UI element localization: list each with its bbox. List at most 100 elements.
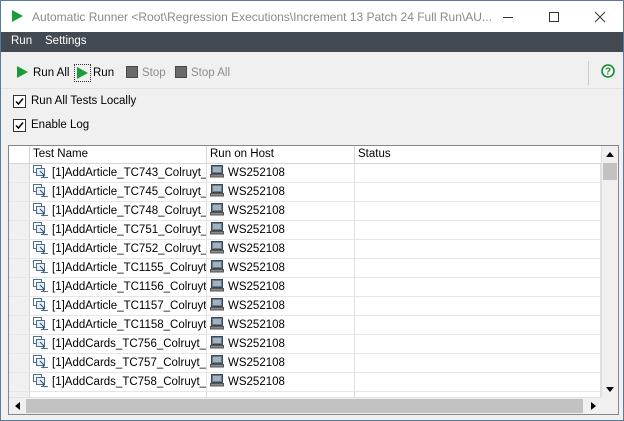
computer-icon <box>210 279 224 295</box>
scroll-left-arrow-icon[interactable] <box>9 398 25 414</box>
row-header[interactable] <box>9 373 30 392</box>
test-name-cell[interactable]: [1]AddArticle_TC751_Colruyt_be <box>30 221 207 240</box>
close-button[interactable] <box>577 1 623 32</box>
table-row[interactable]: [1]AddArticle_TC751_Colruyt_be WS252108 <box>9 221 601 240</box>
vertical-scroll-thumb[interactable] <box>603 163 617 180</box>
row-header[interactable] <box>9 221 30 240</box>
test-name-text: [1]AddArticle_TC752_Colruyt_be <box>52 243 207 255</box>
host-cell[interactable]: WS252108 <box>207 183 355 202</box>
test-icon <box>33 202 49 220</box>
test-name-text: [1]AddArticle_TC1156_Colruyt_b <box>52 281 207 293</box>
computer-icon <box>210 203 224 219</box>
status-cell[interactable] <box>355 259 601 278</box>
status-cell[interactable] <box>355 278 601 297</box>
table-row[interactable]: [1]AddArticle_TC1157_Colruyt_b WS252108 <box>9 297 601 316</box>
run-all-label: Run All <box>33 67 70 79</box>
status-cell[interactable] <box>355 202 601 221</box>
host-cell[interactable]: WS252108 <box>207 316 355 335</box>
test-name-cell[interactable]: [1]AddArticle_TC743_Colruyt_be <box>30 164 207 183</box>
status-cell[interactable] <box>355 240 601 259</box>
run-locally-option[interactable]: Run All Tests Locally <box>13 94 136 108</box>
host-cell[interactable]: WS252108 <box>207 297 355 316</box>
test-name-text: [1]AddCards_TC757_Colruyt_be <box>52 357 207 369</box>
status-cell[interactable] <box>355 354 601 373</box>
table-row[interactable]: [1]AddCards_TC757_Colruyt_be WS252108 <box>9 354 601 373</box>
table-row[interactable]: [1]AddArticle_TC743_Colruyt_be WS252108 <box>9 164 601 183</box>
row-header[interactable] <box>9 278 30 297</box>
test-name-text: [1]AddCards_TC756_Colruyt_be <box>52 338 207 350</box>
row-header[interactable] <box>9 240 30 259</box>
test-name-cell[interactable]: [1]AddArticle_TC1156_Colruyt_b <box>30 278 207 297</box>
status-cell[interactable] <box>355 221 601 240</box>
enable-log-checkbox[interactable] <box>13 118 26 132</box>
status-cell[interactable] <box>355 335 601 354</box>
run-button[interactable]: Run <box>74 64 114 82</box>
column-status[interactable]: Status <box>355 146 601 163</box>
table-row[interactable]: [1]AddArticle_TC748_Colruyt_be WS252108 <box>9 202 601 221</box>
stop-all-button[interactable]: Stop All <box>175 64 230 82</box>
test-name-cell[interactable]: [1]AddArticle_TC752_Colruyt_be <box>30 240 207 259</box>
run-locally-checkbox[interactable] <box>13 94 26 108</box>
status-cell[interactable] <box>355 164 601 183</box>
host-cell[interactable]: WS252108 <box>207 240 355 259</box>
table-row[interactable]: [1]AddArticle_TC1156_Colruyt_b WS252108 <box>9 278 601 297</box>
host-cell[interactable]: WS252108 <box>207 164 355 183</box>
host-text: WS252108 <box>228 243 285 255</box>
host-cell[interactable]: WS252108 <box>207 354 355 373</box>
title-bar[interactable]: Automatic Runner <Root\Regression Execut… <box>1 1 623 32</box>
enable-log-option[interactable]: Enable Log <box>13 118 89 132</box>
horizontal-scrollbar[interactable] <box>9 397 601 414</box>
row-header[interactable] <box>9 316 30 335</box>
test-name-cell[interactable]: [1]AddCards_TC758_Colruyt_be <box>30 373 207 392</box>
test-name-cell[interactable]: [1]AddArticle_TC1158_Colruyt_b <box>30 316 207 335</box>
host-cell[interactable]: WS252108 <box>207 259 355 278</box>
test-name-cell[interactable]: [1]AddArticle_TC748_Colruyt_be <box>30 202 207 221</box>
maximize-button[interactable] <box>531 1 577 32</box>
test-name-cell[interactable]: [1]AddArticle_TC1157_Colruyt_b <box>30 297 207 316</box>
row-header[interactable] <box>9 259 30 278</box>
horizontal-scroll-thumb[interactable] <box>26 399 583 413</box>
test-name-cell[interactable]: [1]AddCards_TC756_Colruyt_be <box>30 335 207 354</box>
menu-run[interactable]: Run <box>11 35 32 47</box>
test-name-cell[interactable]: [1]AddArticle_TC745_Colruyt_be <box>30 183 207 202</box>
column-run-on-host[interactable]: Run on Host <box>207 146 355 163</box>
table-row[interactable]: [1]AddArticle_TC752_Colruyt_be WS252108 <box>9 240 601 259</box>
host-text: WS252108 <box>228 262 285 274</box>
stop-button[interactable]: Stop <box>126 64 166 82</box>
scroll-right-arrow-icon[interactable] <box>585 398 601 414</box>
computer-icon <box>210 165 224 181</box>
run-all-button[interactable]: Run All <box>16 64 69 82</box>
minimize-button[interactable] <box>485 1 531 32</box>
help-icon[interactable]: ? <box>601 64 615 81</box>
row-header[interactable] <box>9 297 30 316</box>
scroll-down-arrow-icon[interactable] <box>602 381 618 397</box>
vertical-scrollbar[interactable] <box>601 146 618 397</box>
table-row[interactable]: [1]AddArticle_TC1158_Colruyt_b WS252108 <box>9 316 601 335</box>
row-header[interactable] <box>9 354 30 373</box>
table-row[interactable]: [1]AddCards_TC758_Colruyt_be WS252108 <box>9 373 601 392</box>
table-row[interactable]: [1]AddCards_TC756_Colruyt_be WS252108 <box>9 335 601 354</box>
column-test-name[interactable]: Test Name <box>30 146 207 163</box>
row-header[interactable] <box>9 335 30 354</box>
host-cell[interactable]: WS252108 <box>207 335 355 354</box>
scroll-up-arrow-icon[interactable] <box>602 146 618 162</box>
test-name-cell[interactable]: [1]AddArticle_TC1155_Colruyt_b <box>30 259 207 278</box>
host-cell[interactable]: WS252108 <box>207 278 355 297</box>
row-header[interactable] <box>9 164 30 183</box>
status-cell[interactable] <box>355 297 601 316</box>
host-cell[interactable]: WS252108 <box>207 221 355 240</box>
row-header[interactable] <box>9 202 30 221</box>
status-cell[interactable] <box>355 373 601 392</box>
table-row[interactable]: [1]AddArticle_TC745_Colruyt_be WS252108 <box>9 183 601 202</box>
status-cell[interactable] <box>355 316 601 335</box>
test-name-text: [1]AddArticle_TC1157_Colruyt_b <box>52 300 207 312</box>
row-header[interactable] <box>9 183 30 202</box>
status-cell[interactable] <box>355 183 601 202</box>
scrollbar-corner <box>601 397 618 414</box>
menu-settings[interactable]: Settings <box>45 35 87 47</box>
host-cell[interactable]: WS252108 <box>207 202 355 221</box>
host-cell[interactable]: WS252108 <box>207 373 355 392</box>
test-name-cell[interactable]: [1]AddCards_TC757_Colruyt_be <box>30 354 207 373</box>
test-icon <box>33 183 49 201</box>
table-row[interactable]: [1]AddArticle_TC1155_Colruyt_b WS252108 <box>9 259 601 278</box>
